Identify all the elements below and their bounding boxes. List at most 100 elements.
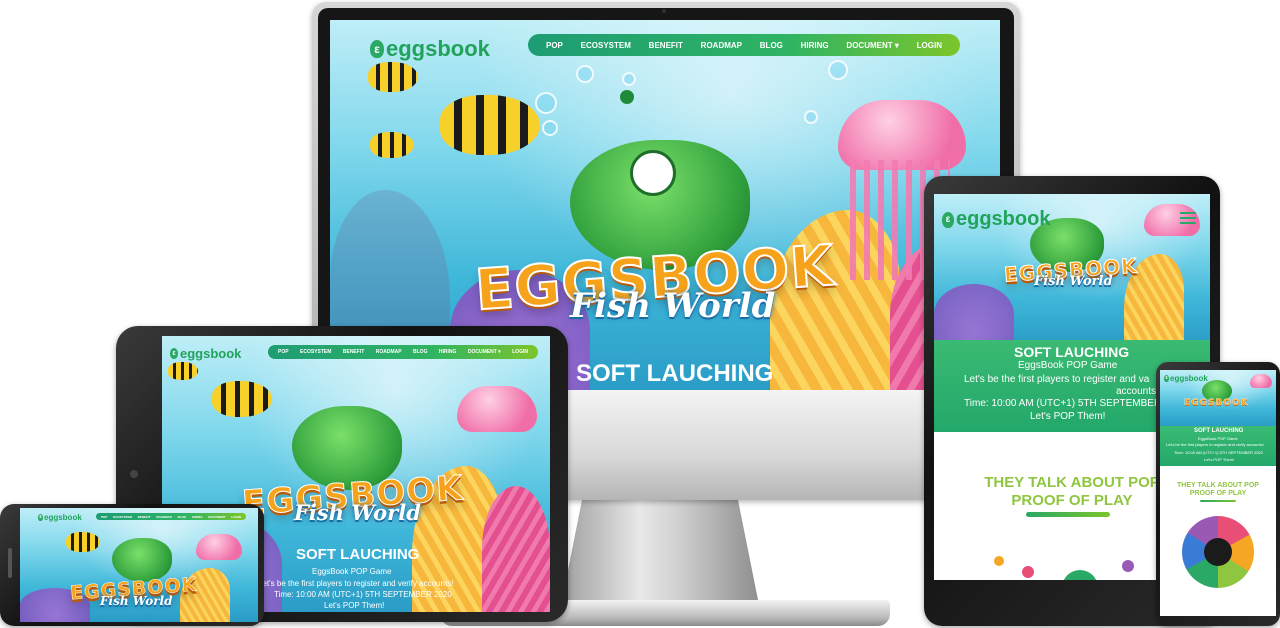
nav-item-blog[interactable]: BLOG [760, 41, 783, 50]
time-line: Time: 10:00 AM (UTC+1) 5TH SEPTEMBER 20 [964, 398, 1176, 409]
nav-item-ecosystem[interactable]: ECOSYSTEM [300, 349, 331, 355]
decor-dot [1022, 566, 1034, 578]
logo-text: eggsbook [1170, 374, 1208, 383]
bubble [542, 120, 558, 136]
hero-subtitle: Fish World [1034, 274, 1113, 289]
hero-subtitle: Fish World [100, 594, 173, 608]
hero-area: ε eggsbook EGGSBOOK Fish World [934, 194, 1210, 344]
nav-item-benefit[interactable]: BENEFIT [343, 349, 364, 355]
nav-item-pop[interactable]: POP [278, 349, 289, 355]
nav-item-hiring[interactable]: HIRING [192, 515, 203, 519]
coral-purple [934, 284, 1014, 344]
game-name: EggsBook POP Game [312, 567, 392, 576]
pop-diagram-center [1204, 538, 1232, 566]
decor-dot [994, 556, 1004, 566]
nav-item-benefit[interactable]: BENEFIT [649, 41, 683, 50]
striped-fish-small [168, 362, 198, 380]
talk-title-2: PROOF OF PLAY [1011, 492, 1133, 509]
nav-item-roadmap[interactable]: ROADMAP [376, 349, 402, 355]
striped-fish-small-1 [368, 62, 418, 92]
nav-item-roadmap[interactable]: ROADMAP [701, 41, 742, 50]
jellyfish [457, 386, 537, 432]
nav-item-ecosystem[interactable]: ECOSYSTEM [113, 515, 132, 519]
jellyfish [196, 534, 242, 560]
nav-item-document[interactable]: DOCUMENT ▾ [846, 41, 898, 50]
nav-item-login[interactable]: LOGIN [917, 41, 942, 50]
time-line: Time: 10:00 AM (UTC+1) 5TH SEPTEMBER 202… [274, 590, 452, 599]
logo-text: eggsbook [180, 346, 242, 361]
logo-text: eggsbook [44, 513, 82, 522]
nav-item-document[interactable]: DOCUMENT [208, 515, 225, 519]
hero-subtitle: Fish World [570, 286, 776, 326]
section-title: SOFT LAUCHING [1194, 428, 1244, 434]
phone-landscape-speaker [8, 548, 12, 578]
nav-item-hiring[interactable]: HIRING [801, 41, 829, 50]
bubble [622, 72, 636, 86]
logo-text: eggsbook [386, 36, 490, 61]
coral-pink [482, 486, 550, 612]
egg-logo-icon: ε [170, 348, 178, 359]
striped-fish-large [440, 95, 540, 155]
striped-fish-large [66, 532, 100, 552]
site-logo[interactable]: ε eggsbook [38, 513, 82, 522]
nav-document-label: DOCUMENT [467, 349, 497, 355]
hero-title: EGGSBOOK [1184, 398, 1249, 408]
time-line: Time: 10:00 AM (UTC+1) 5TH SEPTEMBER 202… [1174, 450, 1263, 455]
nav-item-blog[interactable]: BLOG [178, 515, 187, 519]
bubble [576, 65, 594, 83]
talk-title-2: PROOF OF PLAY [1189, 490, 1247, 497]
nav-item-roadmap[interactable]: ROADMAP [156, 515, 172, 519]
nav-item-blog[interactable]: BLOG [413, 349, 427, 355]
site-logo[interactable]: ε eggsbook [170, 346, 241, 361]
talk-title-1: THEY TALK ABOUT POP [1177, 482, 1259, 489]
striped-fish-small-2 [370, 132, 414, 158]
bubble [828, 60, 848, 80]
nav-item-benefit[interactable]: BENEFIT [138, 515, 151, 519]
site-logo[interactable]: ε eggsbook [942, 208, 1050, 231]
title-underline [1200, 500, 1236, 502]
jellyfish [1250, 374, 1272, 388]
talk-title-1: THEY TALK ABOUT POP [984, 474, 1160, 491]
game-name: EggsBook POP Game [1018, 360, 1118, 371]
phone-portrait-screen: ε eggsbook EGGSBOOK SOFT LAUCHING EggsBo… [1160, 370, 1276, 616]
nav-item-pop[interactable]: POP [546, 41, 563, 50]
bubble [535, 92, 557, 114]
bubble [804, 110, 818, 124]
hero-area: ε eggsbook EGGSBOOK [1160, 370, 1276, 426]
nav-item-document[interactable]: DOCUMENT ▾ [468, 349, 501, 355]
tablet-landscape-camera [130, 470, 138, 478]
hero-subtitle: Fish World [294, 500, 421, 525]
menu-icon[interactable] [1180, 212, 1196, 224]
anglerfish-eye [630, 150, 676, 196]
cta-line: Let's POP Them! [1030, 411, 1106, 422]
egg-logo-icon: ε [1164, 375, 1169, 382]
section-title: SOFT LAUCHING [296, 546, 420, 563]
section-title: SOFT LAUCHING [1014, 344, 1130, 360]
nav-item-ecosystem[interactable]: ECOSYSTEM [581, 41, 631, 50]
monitor-camera [662, 9, 666, 13]
invite-line: Let's be the first players to register a… [964, 374, 1150, 385]
nav-item-login[interactable]: LOGIN [231, 515, 241, 519]
invite-line: Let's be the first players to register a… [258, 579, 454, 588]
phone-landscape-screen: ε eggsbook POP ECOSYSTEM BENEFIT ROADMAP… [20, 508, 258, 622]
striped-fish-large [212, 381, 272, 417]
chevron-down-icon: ▾ [498, 349, 501, 355]
site-logo[interactable]: ε eggsbook [370, 36, 490, 62]
egg-logo-icon: ε [942, 211, 954, 228]
nav-item-login[interactable]: LOGIN [512, 349, 528, 355]
monitor-stand-neck [560, 490, 760, 610]
section-title: SOFT LAUCHING [576, 360, 774, 387]
invite-line: Let's be the first players to register a… [1166, 442, 1264, 447]
decor-dot [1122, 560, 1134, 572]
chevron-down-icon: ▾ [894, 40, 899, 50]
cta-line: Let's POP Them! [1204, 457, 1235, 462]
invite-line-2: accounts! [1116, 386, 1159, 397]
anglerfish-lure [620, 90, 634, 104]
main-nav: POP ECOSYSTEM BENEFIT ROADMAP BLOG HIRIN… [268, 345, 538, 359]
nav-item-pop[interactable]: POP [101, 515, 107, 519]
site-logo[interactable]: ε eggsbook [1164, 374, 1208, 383]
main-nav: POP ECOSYSTEM BENEFIT ROADMAP BLOG HIRIN… [96, 513, 246, 520]
egg-logo-icon: ε [38, 514, 43, 521]
nav-document-label: DOCUMENT [846, 40, 893, 50]
nav-item-hiring[interactable]: HIRING [439, 349, 457, 355]
